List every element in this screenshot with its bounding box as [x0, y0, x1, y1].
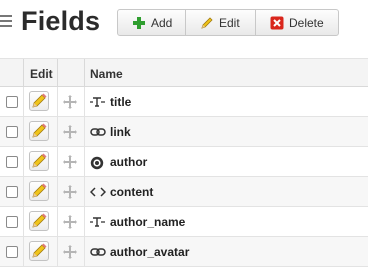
table-row[interactable]: author: [0, 147, 368, 177]
drag-handle-icon[interactable]: [63, 245, 77, 259]
edit-button[interactable]: Edit: [186, 10, 256, 35]
drag-handle-icon[interactable]: [63, 95, 77, 109]
pencil-icon: [32, 183, 47, 198]
row-edit-button[interactable]: [29, 151, 49, 171]
drag-handle-icon[interactable]: [63, 215, 77, 229]
row-edit-button[interactable]: [29, 91, 49, 111]
field-name[interactable]: link: [90, 125, 131, 139]
link-icon: [90, 246, 106, 258]
drag-handle-icon[interactable]: [63, 125, 77, 139]
edit-button-label: Edit: [219, 15, 240, 30]
drag-handle-icon[interactable]: [63, 185, 77, 199]
row-checkbox[interactable]: [6, 96, 18, 108]
pencil-icon: [32, 93, 47, 108]
field-name-label: link: [110, 125, 131, 139]
add-button-label: Add: [151, 15, 173, 30]
delete-button-label: Delete: [289, 15, 324, 30]
delete-button[interactable]: Delete: [256, 10, 338, 35]
pencil-icon: [32, 153, 47, 168]
text-field-icon: [90, 96, 106, 108]
table-row[interactable]: title: [0, 87, 368, 117]
field-name[interactable]: author: [90, 155, 148, 170]
row-checkbox[interactable]: [6, 186, 18, 198]
drag-handle-icon[interactable]: [63, 155, 77, 169]
field-name-label: author: [110, 155, 148, 169]
row-checkbox[interactable]: [6, 156, 18, 168]
pencil-icon: [32, 213, 47, 228]
field-name[interactable]: author_name: [90, 215, 185, 229]
field-name[interactable]: author_avatar: [90, 245, 189, 259]
field-name-label: author_avatar: [110, 245, 190, 259]
field-name[interactable]: content: [89, 185, 154, 199]
page-header: Fields Add Edit Delete: [0, 0, 368, 44]
row-edit-button[interactable]: [29, 181, 49, 201]
toolbar: Add Edit Delete: [117, 9, 339, 36]
pencil-icon: [32, 123, 47, 138]
code-icon: [89, 186, 107, 198]
table-row[interactable]: author_name: [0, 207, 368, 237]
row-checkbox[interactable]: [6, 126, 18, 138]
delete-x-icon: [270, 16, 284, 30]
link-icon: [90, 126, 106, 138]
field-name-label: author_name: [110, 215, 186, 229]
text-field-icon: [90, 216, 106, 228]
row-edit-button[interactable]: [29, 121, 49, 141]
row-edit-button[interactable]: [29, 241, 49, 261]
row-checkbox[interactable]: [6, 246, 18, 258]
plus-icon: [132, 16, 146, 30]
table-header-row: Edit Name: [0, 58, 368, 87]
add-button[interactable]: Add: [118, 10, 186, 35]
row-edit-button[interactable]: [29, 211, 49, 231]
page-title: Fields: [21, 6, 101, 36]
pencil-icon: [200, 16, 214, 30]
table-row[interactable]: link: [0, 117, 368, 147]
column-header-edit[interactable]: Edit: [30, 67, 53, 81]
table-row[interactable]: content: [0, 177, 368, 207]
table-row[interactable]: author_avatar: [0, 237, 368, 267]
column-header-name[interactable]: Name: [90, 67, 123, 81]
menu-icon[interactable]: [0, 15, 12, 29]
field-name-label: content: [110, 185, 154, 199]
field-name[interactable]: title: [90, 95, 131, 109]
field-name-label: title: [110, 95, 132, 109]
pencil-icon: [32, 243, 47, 258]
fields-table: Edit Name title link author content author_n…: [0, 58, 368, 267]
row-checkbox[interactable]: [6, 216, 18, 228]
reference-icon: [90, 156, 106, 170]
